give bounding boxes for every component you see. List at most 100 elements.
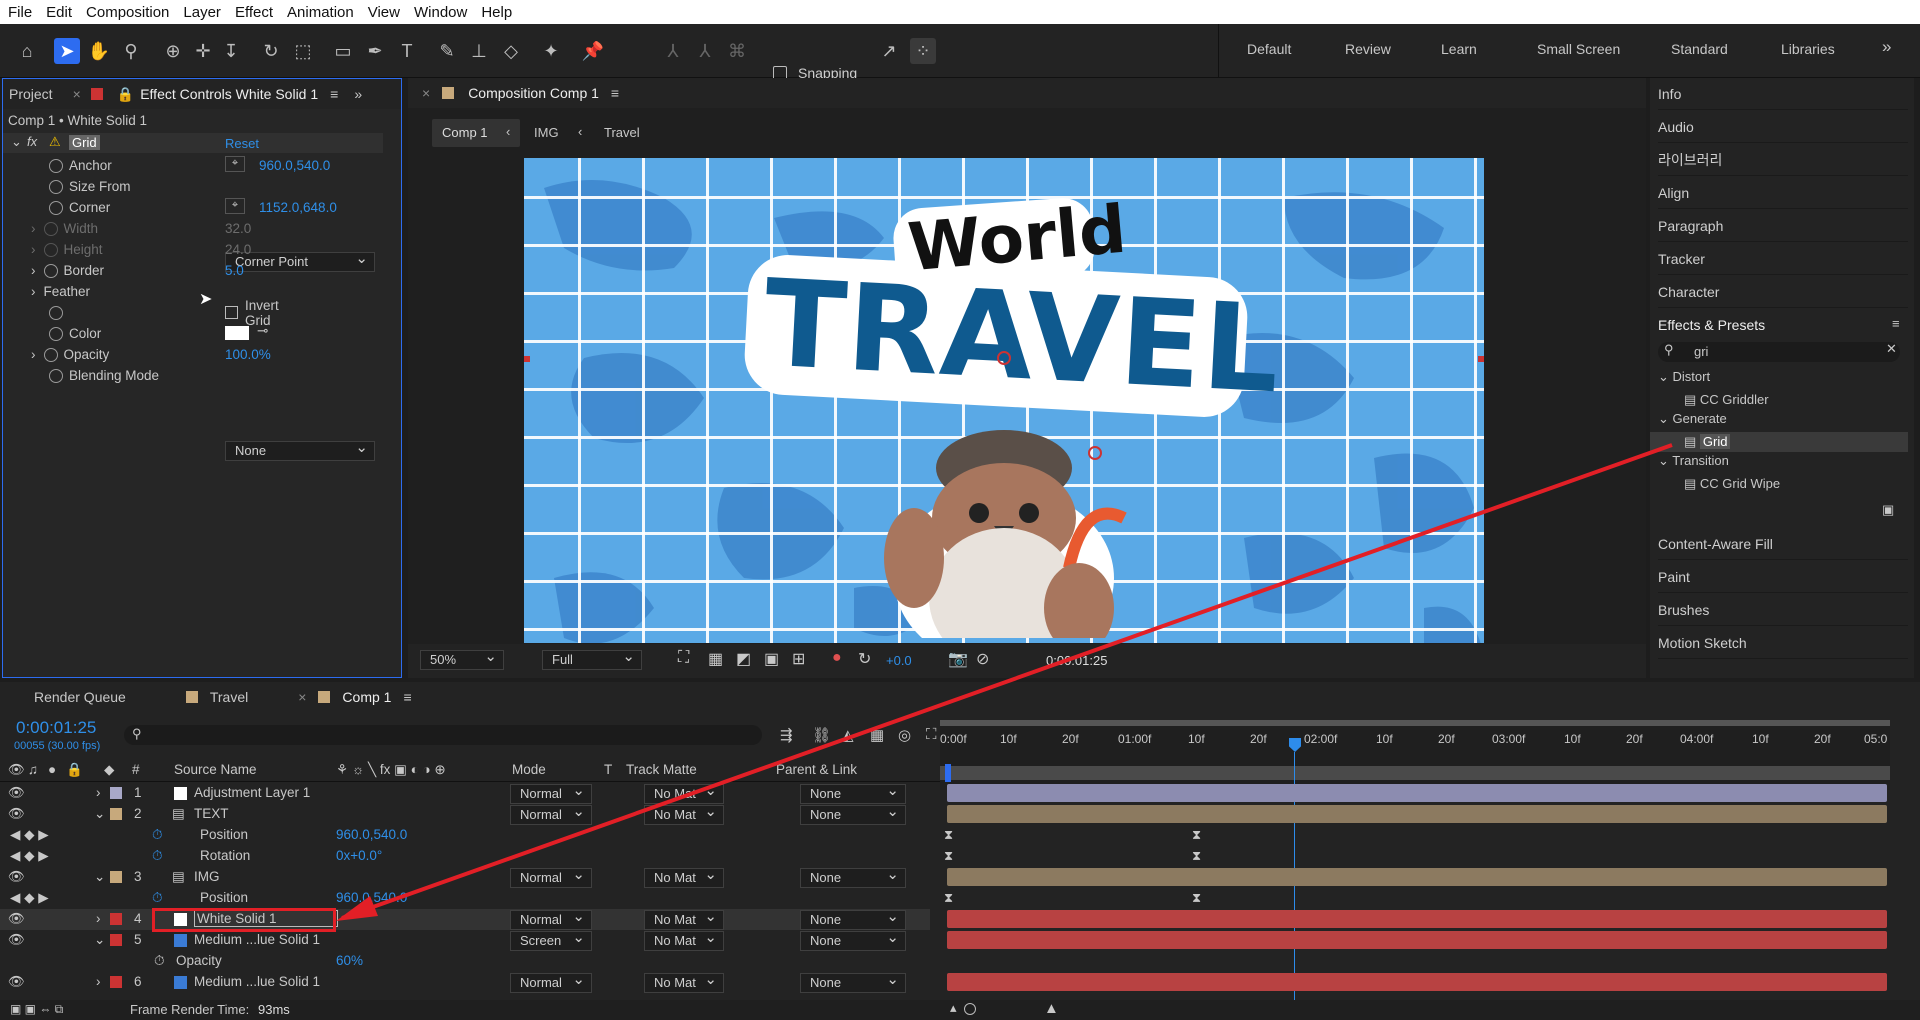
pan-camera-icon[interactable]: ✛ [190, 38, 216, 64]
layer-row[interactable]: 👁› 1 Adjustment Layer 1 Normal No Mat No… [0, 782, 930, 804]
menu-composition[interactable]: Composition [86, 4, 169, 21]
parent-dropdown[interactable]: None [800, 866, 906, 888]
zoom-slider-handle[interactable] [964, 1003, 976, 1015]
dolly-camera-icon[interactable]: ↧ [218, 38, 244, 64]
rotate-tool-icon[interactable]: ↻ [258, 38, 284, 64]
matte-dropdown[interactable]: No Mat [644, 971, 724, 993]
stopwatch-icon[interactable] [49, 368, 63, 383]
current-time[interactable]: 0:00:01:25 [16, 718, 96, 738]
col-source-name[interactable]: Source Name [174, 762, 257, 777]
effects-search-input[interactable]: gri [1694, 344, 1708, 359]
effect-label[interactable]: CC Grid Wipe [1700, 476, 1780, 491]
type-tool-icon[interactable]: T [394, 38, 420, 64]
anchor-point-icon[interactable] [997, 351, 1011, 365]
chevron-right-icon[interactable]: › [31, 263, 36, 278]
property-row[interactable]: ◀ ◆ ▶ ⏱ Position 960.0,540.0 [0, 888, 930, 909]
matte-dropdown[interactable]: No Mat [644, 929, 724, 951]
panel-menu-icon[interactable]: ≡ [611, 85, 619, 101]
layer-row[interactable]: 👁⌄ 3 ▤ IMG Normal No Mat None [0, 866, 930, 888]
stopwatch-icon[interactable] [49, 179, 63, 194]
chevron-down-icon[interactable]: ⌄ [1658, 453, 1669, 468]
graph-editor-icon[interactable]: ⛶ [926, 726, 937, 743]
matte-dropdown[interactable]: No Mat [644, 803, 724, 825]
parent-dropdown[interactable]: None [800, 971, 906, 993]
snapshot-camera-icon[interactable]: 📷 [948, 649, 968, 669]
fast-previews-icon[interactable]: ⛶ [678, 649, 689, 667]
mode-dropdown[interactable]: Normal [510, 908, 592, 930]
layer-bar[interactable] [947, 868, 1887, 886]
selection-tool-icon[interactable]: ➤ [54, 38, 80, 64]
grid-anchor-icon[interactable] [1088, 446, 1102, 460]
exposure-value[interactable]: +0.0 [886, 653, 912, 668]
workspace-small-screen[interactable]: Small Screen [1537, 41, 1620, 57]
tab-travel[interactable]: Travel [210, 689, 248, 705]
property-row[interactable]: ◀ ◆ ▶ ⏱ Position 960.0,540.0 [0, 825, 930, 846]
reset-button[interactable]: Reset [225, 136, 259, 151]
comp-flowchart-icon[interactable]: ⇶ [780, 726, 793, 744]
expand-panels-icon[interactable]: » [354, 86, 362, 102]
blending-mode-dropdown[interactable]: None [225, 439, 375, 461]
panel-paint[interactable]: Paint [1658, 561, 1908, 593]
hand-tool-icon[interactable]: ✋ [86, 38, 112, 64]
motion-blur-icon[interactable]: ◎ [898, 726, 911, 744]
zoom-dropdown[interactable]: 50% [420, 648, 504, 670]
workspace-libraries[interactable]: Libraries [1781, 41, 1835, 57]
axis-local-icon[interactable]: ⅄ [660, 38, 686, 64]
clone-stamp-icon[interactable]: ⊥ [466, 38, 492, 64]
tab-composition[interactable]: Composition Comp 1 [468, 85, 599, 101]
resolution-dropdown[interactable]: Full [542, 648, 642, 670]
effect-label[interactable]: Grid [1699, 434, 1731, 449]
panel-info[interactable]: Info [1658, 78, 1908, 110]
fx-icon[interactable]: fx [27, 134, 37, 149]
mode-dropdown[interactable]: Normal [510, 803, 592, 825]
panel-libraries[interactable]: 라이브러리 [1658, 144, 1908, 176]
layer-bar[interactable] [947, 931, 1887, 949]
chevron-right-icon[interactable]: › [31, 221, 36, 236]
snap-grid-icon[interactable]: ⁘ [910, 38, 936, 64]
color-swatch[interactable] [225, 326, 249, 340]
home-icon[interactable]: ⌂ [14, 38, 40, 64]
chevron-down-icon[interactable]: ⌄ [1658, 411, 1669, 426]
stopwatch-icon[interactable] [43, 263, 58, 278]
stopwatch-icon[interactable] [49, 326, 63, 341]
mask-visibility-icon[interactable]: ◩ [736, 649, 751, 669]
layer-bar[interactable] [947, 973, 1887, 991]
stopwatch-icon[interactable] [43, 347, 58, 362]
reset-exposure-icon[interactable]: ↻ [858, 649, 871, 669]
breadcrumb-comp1[interactable]: Comp 1 [442, 125, 488, 140]
viewer-timecode[interactable]: 0:00:01:25 [1046, 653, 1107, 668]
chevron-right-icon[interactable]: › [31, 284, 36, 299]
frame-blending-icon[interactable]: ▦ [870, 726, 884, 744]
footer-toggle-icons[interactable]: ▣ ▣ ⇔ ⧉ [10, 1002, 63, 1017]
zoom-tool-icon[interactable]: ⚲ [118, 38, 144, 64]
matte-dropdown[interactable]: No Mat [644, 908, 724, 930]
snap-options-icon[interactable]: ↗ [876, 38, 902, 64]
panel-effects-presets[interactable]: Effects & Presets [1658, 309, 1908, 341]
panel-content-aware-fill[interactable]: Content-Aware Fill [1658, 528, 1908, 560]
menu-animation[interactable]: Animation [287, 4, 354, 21]
border-value[interactable]: 5.0 [225, 263, 244, 278]
chevron-down-icon[interactable]: ⌄ [1658, 369, 1669, 384]
rectangle-tool-icon[interactable]: ▭ [330, 38, 356, 64]
lock-icon[interactable]: 🔒 [117, 86, 134, 103]
parent-dropdown[interactable]: None [800, 782, 906, 804]
crosshair-icon[interactable]: ⌖ [225, 156, 245, 172]
tab-effect-controls[interactable]: Effect Controls White Solid 1 [140, 86, 318, 102]
parent-dropdown[interactable]: None [800, 929, 906, 951]
layer-bar[interactable] [947, 805, 1887, 823]
tab-render-queue[interactable]: Render Queue [34, 689, 126, 705]
zoom-out-icon[interactable]: ▴ [950, 1000, 957, 1016]
composition-viewer[interactable]: World TRAVEL [524, 158, 1484, 643]
roto-brush-icon[interactable]: ✦ [538, 38, 564, 64]
panel-menu-icon[interactable]: ≡ [330, 86, 338, 102]
menu-effect[interactable]: Effect [235, 4, 273, 21]
workspace-standard[interactable]: Standard [1671, 41, 1728, 57]
eyedropper-icon[interactable]: ⊸ [257, 323, 268, 339]
stopwatch-icon[interactable] [49, 305, 63, 320]
property-row[interactable]: ◀ ◆ ▶ ⏱ Rotation 0x+0.0° [0, 846, 930, 867]
effect-label[interactable]: CC Griddler [1700, 392, 1769, 407]
group-label[interactable]: Generate [1673, 411, 1727, 426]
layer-row[interactable]: 👁› 6 Medium ...lue Solid 1 Normal No Mat… [0, 971, 930, 993]
stopwatch-icon[interactable] [49, 200, 63, 215]
parent-dropdown[interactable]: None [800, 803, 906, 825]
